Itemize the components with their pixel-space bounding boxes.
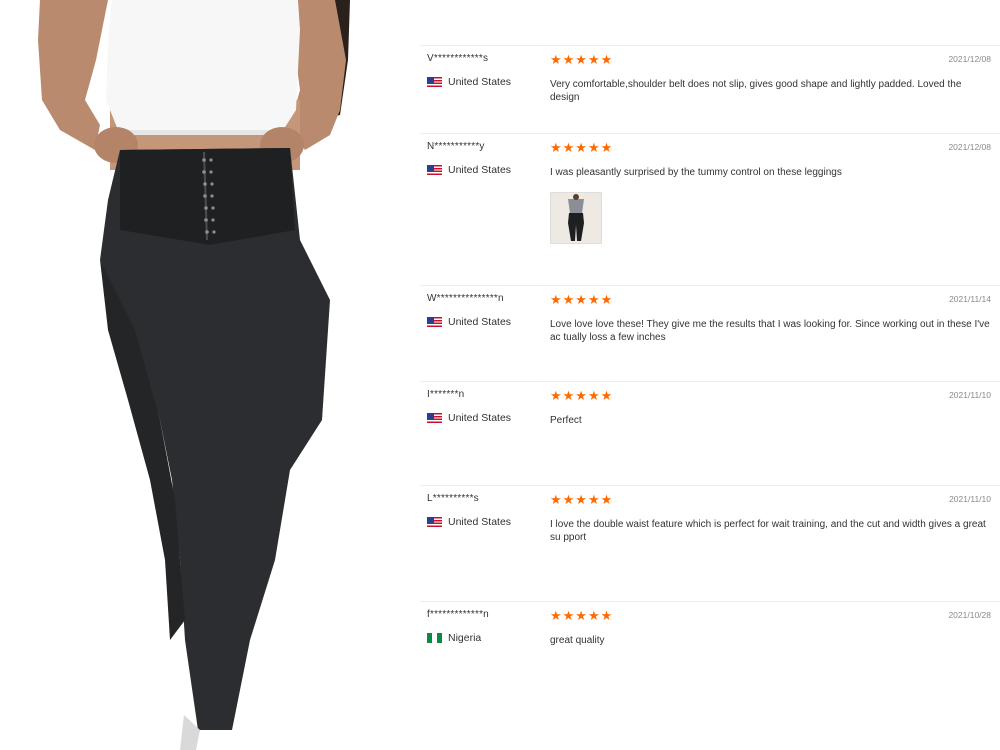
- review-text: great quality: [550, 635, 605, 646]
- review-item: W***************n United States ★★★★★ 20…: [420, 285, 1000, 382]
- product-photo: [0, 0, 420, 750]
- reviewer-country: United States: [427, 412, 511, 424]
- review-text: Love love love these! They give me the r…: [550, 319, 990, 343]
- reviewer-country: Nigeria: [427, 632, 481, 644]
- review-text: Very comfortable,shoulder belt does not …: [550, 79, 962, 103]
- country-label: United States: [448, 516, 512, 528]
- reviewer-name: f*************n: [427, 609, 489, 620]
- reviewer-country: United States: [427, 76, 511, 88]
- star-rating: ★★★★★: [550, 52, 614, 67]
- star-rating: ★★★★★: [550, 292, 614, 307]
- country-label: United States: [448, 76, 512, 88]
- review-date: 2021/11/14: [949, 294, 991, 304]
- review-text: I was pleasantly surprised by the tummy …: [550, 167, 842, 178]
- reviewer-country: United States: [427, 316, 511, 328]
- country-label: United States: [448, 412, 512, 424]
- reviewer-name: N***********y: [427, 141, 485, 152]
- review-item: f*************n Nigeria ★★★★★ 2021/10/28…: [420, 601, 1000, 722]
- us-flag-icon: [427, 77, 442, 87]
- review-date: 2021/11/10: [949, 494, 991, 504]
- reviewer-name: L**********s: [427, 493, 479, 504]
- review-date: 2021/12/08: [948, 142, 991, 152]
- reviewer-country: United States: [427, 164, 511, 176]
- country-label: Nigeria: [448, 632, 482, 644]
- review-text: I love the double waist feature which is…: [550, 519, 986, 543]
- reviewer-country: United States: [427, 516, 511, 528]
- reviewer-name: W***************n: [427, 293, 504, 304]
- us-flag-icon: [427, 413, 442, 423]
- review-item: L**********s United States ★★★★★ 2021/11…: [420, 485, 1000, 602]
- us-flag-icon: [427, 165, 442, 175]
- country-label: United States: [448, 164, 512, 176]
- review-text: Perfect: [550, 415, 582, 426]
- review-date: 2021/11/10: [949, 390, 991, 400]
- star-rating: ★★★★★: [550, 140, 614, 155]
- us-flag-icon: [427, 517, 442, 527]
- review-item: N***********y United States ★★★★★ 2021/1…: [420, 133, 1000, 286]
- reviewer-name: I*******n: [427, 389, 465, 400]
- review-photo-thumbnail[interactable]: [550, 192, 602, 244]
- review-date: 2021/12/08: [948, 54, 991, 64]
- nigeria-flag-icon: [427, 633, 442, 643]
- review-item: V************s United States ★★★★★ 2021/…: [420, 45, 1000, 134]
- reviewer-name: V************s: [427, 53, 489, 64]
- review-date: 2021/10/28: [948, 610, 991, 620]
- review-item: I*******n United States ★★★★★ 2021/11/10…: [420, 381, 1000, 486]
- country-label: United States: [448, 316, 512, 328]
- star-rating: ★★★★★: [550, 608, 614, 623]
- star-rating: ★★★★★: [550, 492, 614, 507]
- reviews-list: V************s United States ★★★★★ 2021/…: [420, 45, 1000, 750]
- star-rating: ★★★★★: [550, 388, 614, 403]
- us-flag-icon: [427, 317, 442, 327]
